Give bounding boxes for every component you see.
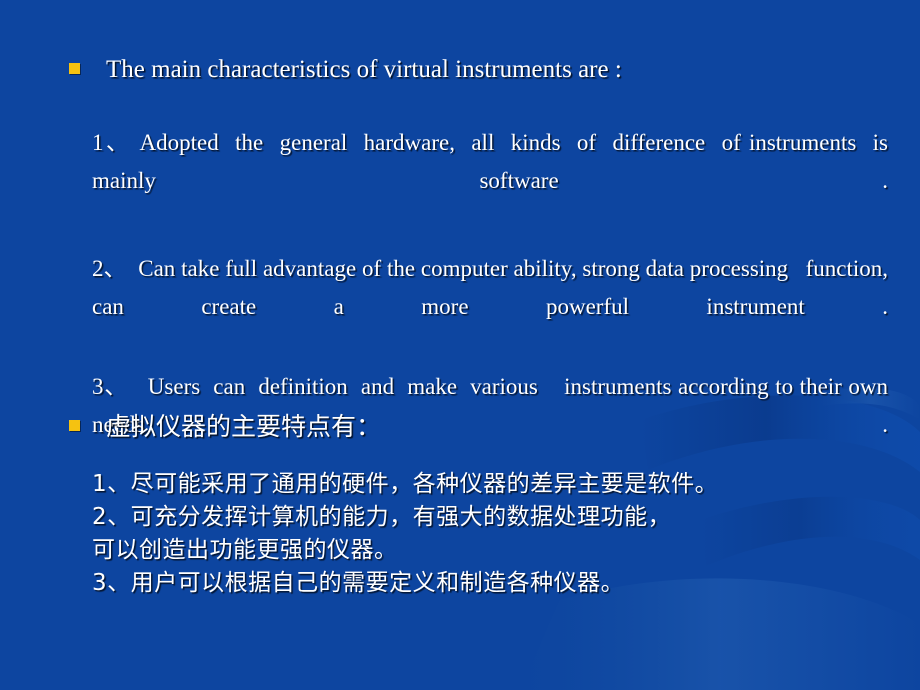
chinese-item-list: 1、尽可能采用了通用的硬件，各种仪器的差异主要是软件。 2、可充分发挥计算机的能… <box>92 468 892 600</box>
chinese-list-item: 1、尽可能采用了通用的硬件，各种仪器的差异主要是软件。 <box>92 471 719 497</box>
bullet-row-chinese: 虚拟仪器的主要特点有： <box>69 412 381 442</box>
english-heading-text: The main characteristics of virtual inst… <box>106 56 622 83</box>
filled-square-bullet-icon <box>69 63 80 74</box>
bullet-row-english: The main characteristics of virtual inst… <box>69 56 622 84</box>
chinese-list-item: 3、用户可以根据自己的需要定义和制造各种仪器。 <box>92 570 625 596</box>
slide-content: The main characteristics of virtual inst… <box>0 0 920 690</box>
english-list-item: 1、 Adopted the general hardware, all kin… <box>92 130 894 193</box>
chinese-heading-text: 虚拟仪器的主要特点有： <box>106 412 382 441</box>
chinese-list-item-continuation: 可以创造出功能更强的仪器。 <box>92 537 398 563</box>
english-list-item: 2、 Can take full advantage of the comput… <box>92 256 894 319</box>
filled-square-bullet-icon <box>69 420 80 431</box>
chinese-list-item: 2、可充分发挥计算机的能力，有强大的数据处理功能， <box>92 504 672 530</box>
presentation-slide: The main characteristics of virtual inst… <box>0 0 920 690</box>
